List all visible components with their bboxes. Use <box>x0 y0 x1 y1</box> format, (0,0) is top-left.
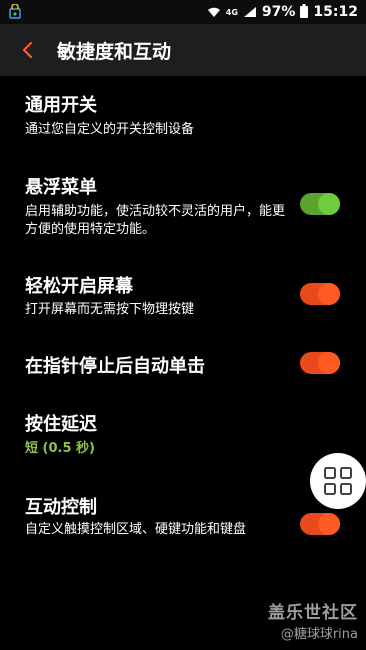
item-title: 按住延迟 <box>25 414 97 435</box>
auto-click-toggle[interactable] <box>300 352 340 374</box>
toggle-knob <box>318 193 340 215</box>
chevron-left-icon <box>22 41 33 59</box>
app-notification-icon <box>8 3 22 20</box>
page-title: 敏捷度和互动 <box>57 41 172 63</box>
toggle-knob <box>318 513 340 535</box>
list-item-auto-click[interactable]: 在指针停止后自动单击 <box>0 340 366 386</box>
grid-icon <box>324 467 352 495</box>
signal-icon <box>243 3 257 22</box>
toggle-knob <box>318 283 340 305</box>
interaction-control-toggle[interactable] <box>300 513 340 535</box>
item-subtitle: 启用辅助功能，使活动较不灵活的用户，能更方便的使用特定功能。 <box>25 204 286 237</box>
easy-screen-toggle[interactable] <box>300 283 340 305</box>
item-title: 在指针停止后自动单击 <box>25 356 205 377</box>
clock: 15:12 <box>313 4 358 20</box>
network-type: 4G <box>225 7 238 17</box>
item-title: 通用开关 <box>25 95 97 116</box>
item-subtitle: 自定义触摸控制区域、硬键功能和键盘 <box>25 522 247 537</box>
assistant-menu-toggle[interactable] <box>300 193 340 215</box>
battery-icon <box>300 3 309 22</box>
battery-percent: 97% <box>261 4 296 20</box>
status-bar: 4G 97% 15:12 <box>0 0 366 24</box>
item-subtitle: 通过您自定义的开关控制设备 <box>25 122 195 137</box>
watermark-author: @糖球球rina <box>280 627 358 642</box>
wifi-icon <box>207 3 221 22</box>
watermark-title: 盖乐世社区 <box>268 603 358 623</box>
item-title: 轻松开启屏幕 <box>25 276 133 297</box>
back-button[interactable] <box>14 36 42 64</box>
item-subtitle: 打开屏幕而无需按下物理按键 <box>25 302 195 317</box>
list-item-assistant-menu[interactable]: 悬浮菜单 启用辅助功能，使活动较不灵活的用户，能更方便的使用特定功能。 <box>0 160 366 242</box>
list-item-easy-screen-turn-on[interactable]: 轻松开启屏幕 打开屏幕而无需按下物理按键 <box>0 260 366 322</box>
toggle-knob <box>318 352 340 374</box>
app-bar: 敏捷度和互动 <box>0 24 366 76</box>
item-title: 悬浮菜单 <box>25 177 97 198</box>
assistant-menu-float-button[interactable] <box>310 453 366 509</box>
list-item-universal-switch[interactable]: 通用开关 通过您自定义的开关控制设备 <box>0 80 366 148</box>
item-title: 互动控制 <box>25 497 97 518</box>
item-value: 短 (0.5 秒) <box>25 441 95 456</box>
